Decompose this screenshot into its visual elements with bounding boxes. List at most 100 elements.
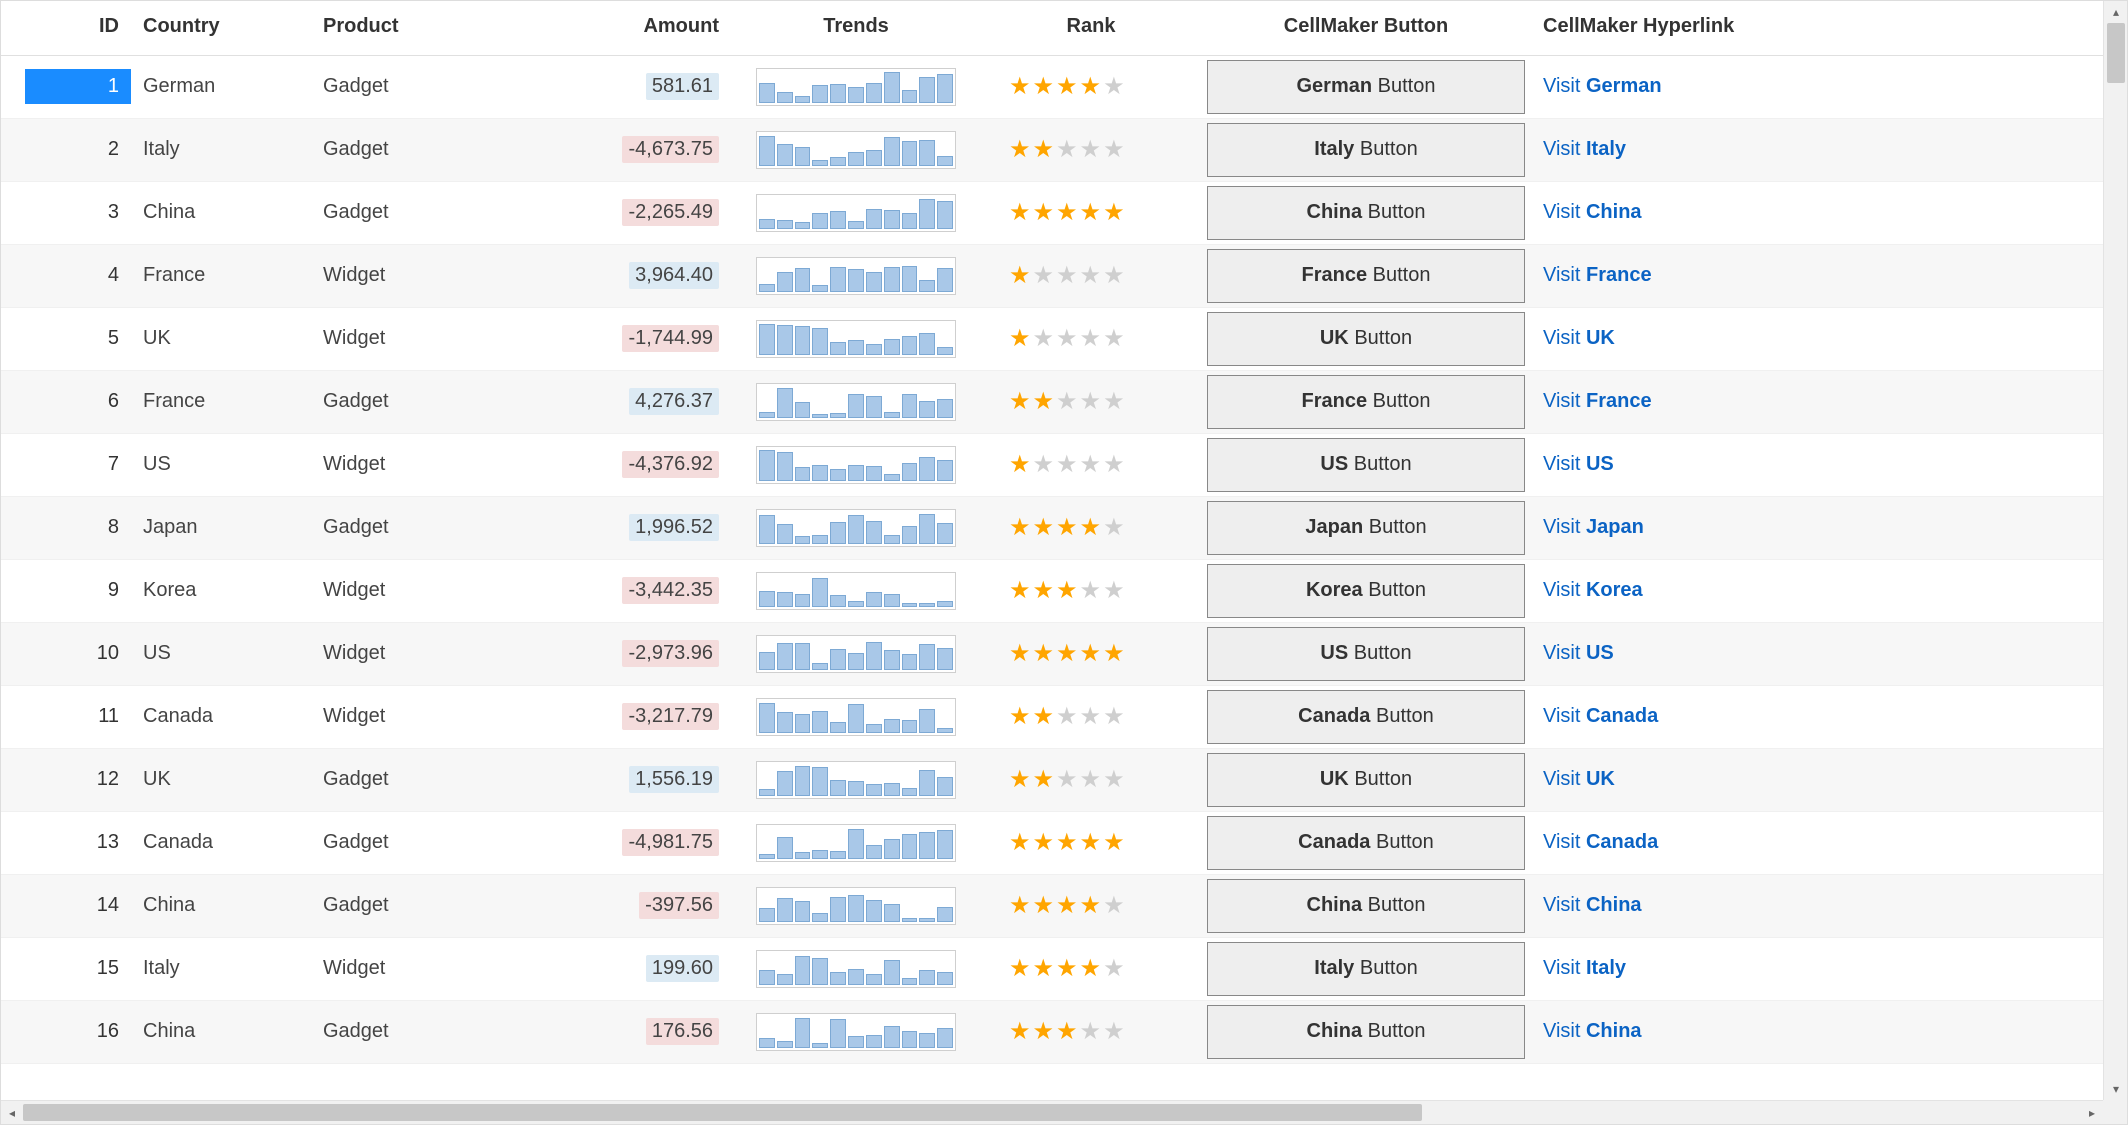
header-rank[interactable]: Rank [981, 1, 1201, 55]
cell-rank[interactable]: ★★★★★ [981, 874, 1201, 937]
star-icon[interactable]: ★ [1080, 703, 1104, 730]
cellmaker-button[interactable]: UK Button [1207, 312, 1525, 366]
table-row[interactable]: 4FranceWidget3,964.40★★★★★France ButtonV… [1, 244, 2103, 307]
header-product[interactable]: Product [311, 1, 531, 55]
cellmaker-button[interactable]: China Button [1207, 186, 1525, 240]
star-icon[interactable]: ★ [1080, 73, 1104, 100]
cellmaker-hyperlink[interactable]: Visit UK [1543, 327, 1615, 349]
star-icon[interactable]: ★ [1080, 829, 1104, 856]
cell-country[interactable]: Japan [131, 496, 311, 559]
cell-id[interactable]: 4 [1, 244, 131, 307]
table-row[interactable]: 7USWidget-4,376.92★★★★★US ButtonVisit US [1, 433, 2103, 496]
star-icon[interactable]: ★ [1009, 955, 1033, 982]
cellmaker-button[interactable]: China Button [1207, 879, 1525, 933]
cell-id[interactable]: 14 [1, 874, 131, 937]
horizontal-scrollbar[interactable]: ◂ ▸ [1, 1100, 2103, 1124]
cell-id[interactable]: 12 [1, 748, 131, 811]
cellmaker-button[interactable]: France Button [1207, 249, 1525, 303]
star-icon[interactable]: ★ [1103, 73, 1127, 100]
star-icon[interactable]: ★ [1033, 640, 1057, 667]
cell-id[interactable]: 9 [1, 559, 131, 622]
cell-product[interactable]: Gadget [311, 55, 531, 118]
star-icon[interactable]: ★ [1080, 640, 1104, 667]
star-icon[interactable]: ★ [1103, 640, 1127, 667]
cell-rank[interactable]: ★★★★★ [981, 685, 1201, 748]
cellmaker-hyperlink[interactable]: Visit UK [1543, 768, 1615, 790]
cell-id[interactable]: 6 [1, 370, 131, 433]
cellmaker-button[interactable]: Italy Button [1207, 942, 1525, 996]
star-icon[interactable]: ★ [1009, 262, 1033, 289]
star-icon[interactable]: ★ [1103, 829, 1127, 856]
star-icon[interactable]: ★ [1009, 640, 1033, 667]
cell-rank[interactable]: ★★★★★ [981, 496, 1201, 559]
star-icon[interactable]: ★ [1103, 766, 1127, 793]
star-icon[interactable]: ★ [1009, 577, 1033, 604]
cell-amount[interactable]: -2,973.96 [531, 622, 731, 685]
star-icon[interactable]: ★ [1033, 577, 1057, 604]
cell-country[interactable]: Italy [131, 937, 311, 1000]
star-icon[interactable]: ★ [1080, 325, 1104, 352]
star-icon[interactable]: ★ [1009, 892, 1033, 919]
table-row[interactable]: 1GermanGadget581.61★★★★★German ButtonVis… [1, 55, 2103, 118]
star-icon[interactable]: ★ [1033, 766, 1057, 793]
cell-product[interactable]: Widget [311, 622, 531, 685]
star-icon[interactable]: ★ [1056, 388, 1080, 415]
header-amount[interactable]: Amount [531, 1, 731, 55]
cell-country[interactable]: UK [131, 748, 311, 811]
star-icon[interactable]: ★ [1103, 1018, 1127, 1045]
star-icon[interactable]: ★ [1056, 703, 1080, 730]
table-row[interactable]: 12UKGadget1,556.19★★★★★UK ButtonVisit UK [1, 748, 2103, 811]
cell-rank[interactable]: ★★★★★ [981, 1000, 1201, 1063]
star-icon[interactable]: ★ [1009, 514, 1033, 541]
cellmaker-hyperlink[interactable]: Visit Italy [1543, 957, 1626, 979]
star-icon[interactable]: ★ [1033, 955, 1057, 982]
star-icon[interactable]: ★ [1056, 829, 1080, 856]
cell-product[interactable]: Widget [311, 937, 531, 1000]
header-country[interactable]: Country [131, 1, 311, 55]
cell-country[interactable]: Korea [131, 559, 311, 622]
cell-product[interactable]: Widget [311, 685, 531, 748]
star-icon[interactable]: ★ [1080, 262, 1104, 289]
star-icon[interactable]: ★ [1033, 451, 1057, 478]
star-icon[interactable]: ★ [1103, 325, 1127, 352]
cell-id[interactable]: 7 [1, 433, 131, 496]
star-icon[interactable]: ★ [1009, 703, 1033, 730]
cellmaker-button[interactable]: Korea Button [1207, 564, 1525, 618]
star-icon[interactable]: ★ [1080, 199, 1104, 226]
cell-rank[interactable]: ★★★★★ [981, 622, 1201, 685]
cell-product[interactable]: Gadget [311, 181, 531, 244]
grid-viewport[interactable]: ID Country Product Amount Trends Rank Ce… [1, 1, 2103, 1100]
cellmaker-button[interactable]: UK Button [1207, 753, 1525, 807]
cellmaker-hyperlink[interactable]: Visit France [1543, 264, 1652, 286]
cell-amount[interactable]: 199.60 [531, 937, 731, 1000]
star-icon[interactable]: ★ [1056, 325, 1080, 352]
cell-rank[interactable]: ★★★★★ [981, 370, 1201, 433]
table-row[interactable]: 9KoreaWidget-3,442.35★★★★★Korea ButtonVi… [1, 559, 2103, 622]
table-row[interactable]: 5UKWidget-1,744.99★★★★★UK ButtonVisit UK [1, 307, 2103, 370]
star-icon[interactable]: ★ [1056, 199, 1080, 226]
star-icon[interactable]: ★ [1080, 766, 1104, 793]
star-icon[interactable]: ★ [1009, 388, 1033, 415]
cell-country[interactable]: France [131, 370, 311, 433]
star-icon[interactable]: ★ [1103, 388, 1127, 415]
cell-amount[interactable]: 4,276.37 [531, 370, 731, 433]
star-icon[interactable]: ★ [1056, 640, 1080, 667]
star-icon[interactable]: ★ [1103, 451, 1127, 478]
star-icon[interactable]: ★ [1103, 199, 1127, 226]
header-extra[interactable]: CellMa [1851, 1, 2103, 55]
cell-amount[interactable]: -397.56 [531, 874, 731, 937]
star-icon[interactable]: ★ [1056, 955, 1080, 982]
cellmaker-hyperlink[interactable]: Visit US [1543, 642, 1614, 664]
cell-id[interactable]: 5 [1, 307, 131, 370]
star-icon[interactable]: ★ [1080, 892, 1104, 919]
star-icon[interactable]: ★ [1033, 892, 1057, 919]
star-icon[interactable]: ★ [1056, 766, 1080, 793]
scroll-up-arrow-icon[interactable]: ▴ [2104, 1, 2128, 23]
cell-rank[interactable]: ★★★★★ [981, 433, 1201, 496]
cell-amount[interactable]: -4,376.92 [531, 433, 731, 496]
scroll-left-arrow-icon[interactable]: ◂ [1, 1101, 23, 1125]
scroll-down-arrow-icon[interactable]: ▾ [2104, 1078, 2128, 1100]
star-icon[interactable]: ★ [1033, 262, 1057, 289]
cellmaker-button[interactable]: Italy Button [1207, 123, 1525, 177]
cell-product[interactable]: Gadget [311, 496, 531, 559]
